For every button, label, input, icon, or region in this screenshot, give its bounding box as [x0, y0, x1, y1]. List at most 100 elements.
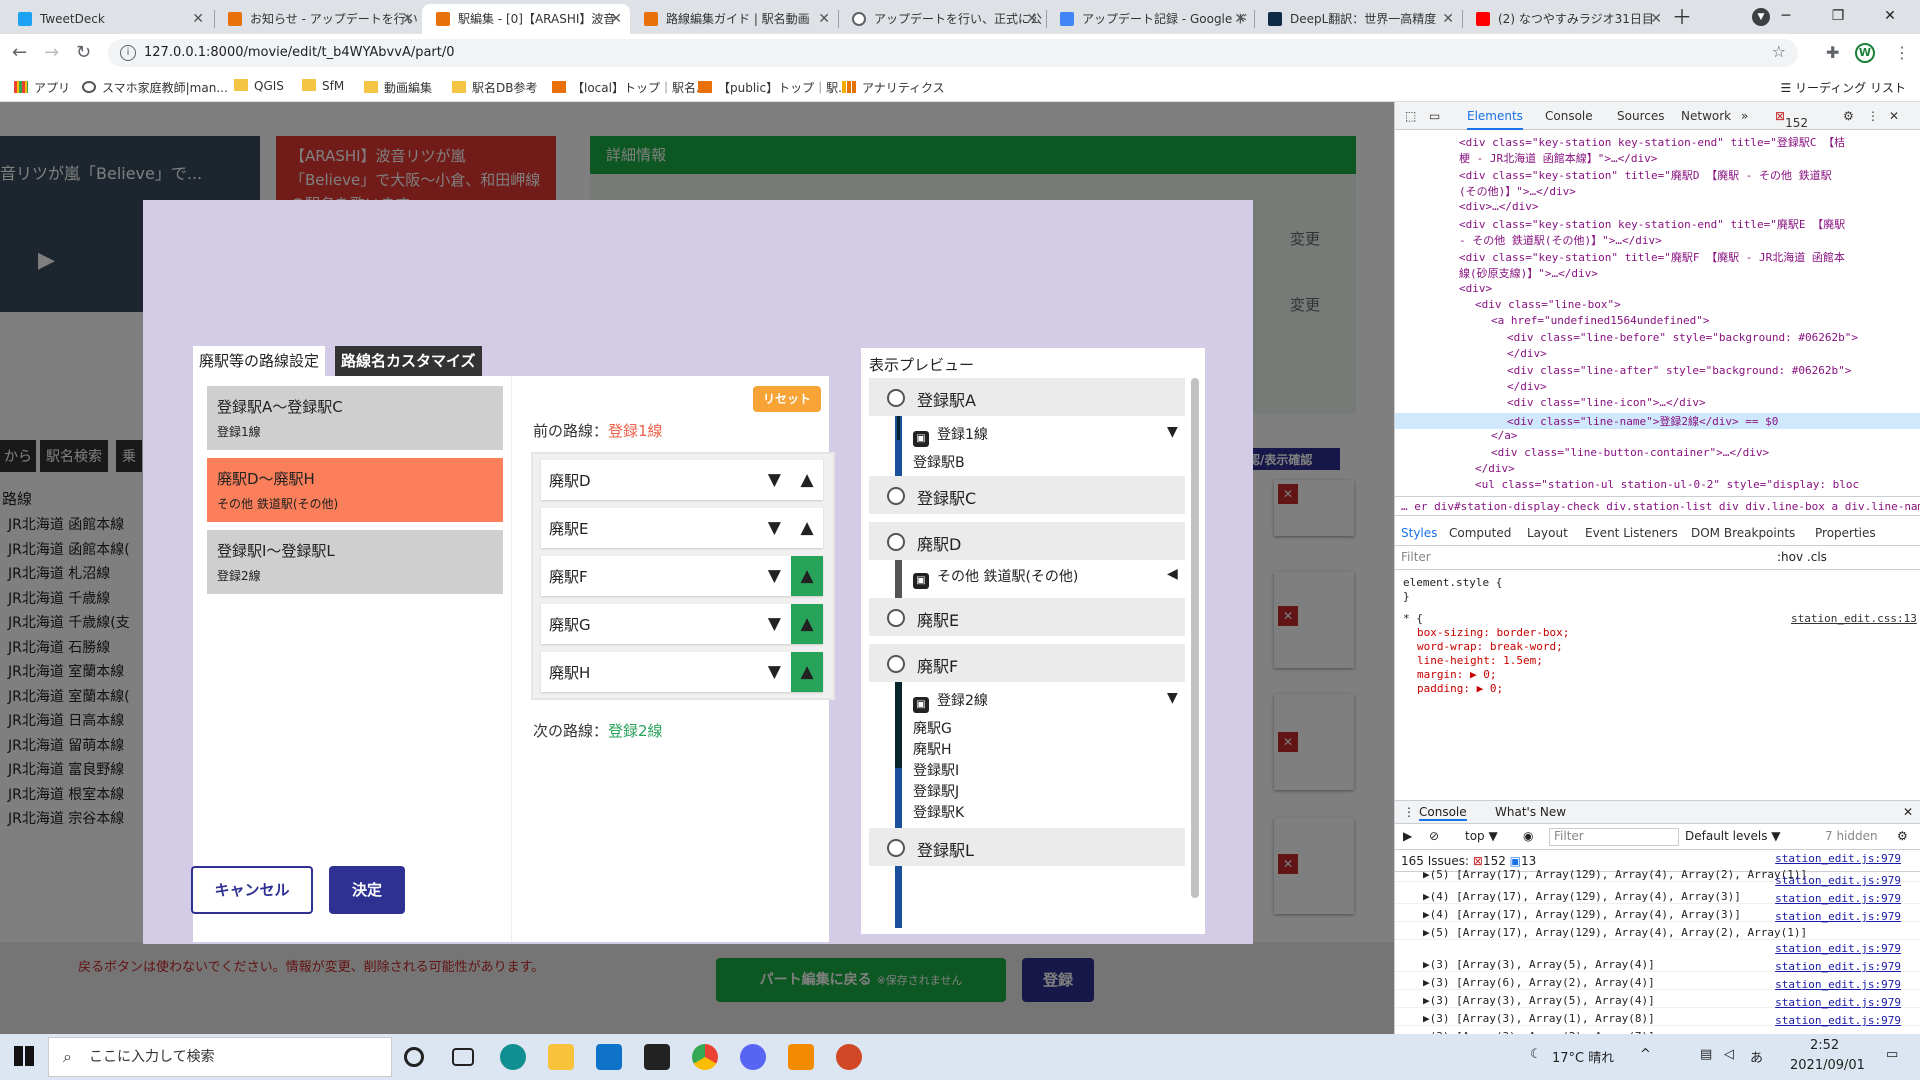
dom-node[interactable]: <ul class="station-ul station-ul-0-2" st… — [1395, 478, 1920, 494]
dom-node[interactable]: <div class="line-box"> — [1395, 298, 1920, 314]
close-tab-icon[interactable]: ✕ — [402, 4, 414, 34]
bookmark-item[interactable]: 動画編集 — [364, 79, 432, 96]
reload-icon[interactable]: ↻ — [76, 42, 91, 63]
reset-button[interactable]: リセット — [753, 386, 821, 412]
bookmark-item[interactable]: 【local】トップ｜駅名... — [552, 79, 707, 96]
close-tab-icon[interactable]: ✕ — [192, 4, 204, 34]
log-source-link[interactable]: station_edit.js:979 — [1775, 910, 1901, 923]
browser-tab[interactable]: お知らせ - アップデートを行い ✕ — [214, 4, 422, 34]
log-source-link[interactable]: station_edit.js:979 — [1775, 942, 1901, 955]
bookmark-star-icon[interactable]: ☆ — [1772, 42, 1786, 61]
log-source-link[interactable]: station_edit.js:979 — [1775, 996, 1901, 1009]
close-tab-icon[interactable]: ✕ — [818, 4, 830, 34]
network-icon[interactable]: ▤ — [1700, 1047, 1712, 1062]
tab-layout[interactable]: Layout — [1527, 526, 1568, 540]
confirm-button[interactable]: 決定 — [329, 866, 405, 914]
segment-item[interactable]: 登録駅A〜登録駅C 登録1線 — [207, 386, 503, 450]
styles-filter-input[interactable]: Filter — [1401, 550, 1431, 564]
preview-line-name[interactable]: ▣ 登録2線 — [913, 690, 988, 713]
inspect-element-icon[interactable]: ⬚ — [1405, 109, 1416, 123]
move-up-icon[interactable]: ▲ — [791, 604, 823, 644]
file-explorer-icon[interactable] — [548, 1044, 574, 1070]
dom-node[interactable]: </div> — [1395, 347, 1920, 363]
volume-icon[interactable]: ◁ — [1724, 1047, 1734, 1062]
dom-node[interactable]: </div> — [1395, 462, 1920, 478]
close-drawer-icon[interactable]: ✕ — [1903, 805, 1913, 819]
weather-text[interactable]: 17°C 晴れ — [1552, 1047, 1614, 1066]
log-levels-select[interactable]: Default levels ▼ — [1685, 829, 1781, 843]
terminal-icon[interactable] — [644, 1044, 670, 1070]
console-settings-icon[interactable]: ⚙ — [1897, 829, 1908, 843]
tab-whats-new[interactable]: What's New — [1495, 805, 1566, 819]
preview-scrollbar[interactable] — [1191, 378, 1199, 898]
dom-node[interactable]: <div class="line-after" style="backgroun… — [1395, 364, 1920, 380]
taskbar-search[interactable]: ⌕ ここに入力して検索 — [48, 1037, 392, 1077]
close-tab-icon[interactable]: ✕ — [1026, 4, 1038, 34]
ime-indicator[interactable]: あ — [1750, 1047, 1763, 1066]
error-count-badge[interactable]: ⊠ 152 — [1775, 109, 1808, 130]
cancel-button[interactable]: キャンセル — [191, 866, 313, 914]
eye-icon[interactable]: ◉ — [1523, 829, 1533, 843]
clock-date[interactable]: 2021/09/01 — [1790, 1058, 1865, 1073]
log-source-link[interactable]: station_edit.js:979 — [1775, 892, 1901, 905]
browser-tab[interactable]: 路線編集ガイド | 駅名動画 ✕ — [630, 4, 838, 34]
info-icon[interactable]: i — [120, 45, 136, 61]
bookmark-item[interactable]: アナリティクス — [842, 79, 945, 96]
close-tab-icon[interactable]: ✕ — [1650, 4, 1662, 34]
tray-chevron-icon[interactable]: ^ — [1640, 1047, 1651, 1062]
tab-elements[interactable]: Elements — [1467, 109, 1523, 130]
css-source-link[interactable]: station_edit.css:13 — [1791, 612, 1917, 625]
restore-icon[interactable]: ❐ — [1812, 0, 1864, 32]
context-select[interactable]: top ▼ — [1465, 829, 1498, 843]
move-down-icon[interactable]: ▼ — [768, 470, 781, 490]
tab-console[interactable]: Console — [1545, 109, 1593, 123]
bookmark-item[interactable]: 【public】トップ｜駅... — [698, 79, 850, 96]
device-toolbar-icon[interactable]: ▭ — [1429, 109, 1440, 123]
tab-properties[interactable]: Properties — [1815, 526, 1876, 540]
windows-start-icon[interactable] — [14, 1046, 34, 1066]
bookmark-item[interactable]: アプリ — [14, 79, 70, 96]
move-up-icon[interactable]: ▲ — [791, 508, 823, 548]
preview-line-name[interactable]: ▣ 登録1線 — [913, 424, 988, 447]
dom-node[interactable]: <div> — [1395, 282, 1920, 298]
dom-node[interactable]: <div class="line-name">登録2線</div> == $0 — [1395, 412, 1920, 429]
dom-node[interactable]: (その他)】">…</div> — [1395, 183, 1920, 199]
new-tab-button[interactable]: ＋ — [1672, 4, 1692, 30]
tab-line-name-customize[interactable]: 路線名カスタマイズ — [335, 346, 482, 376]
chrome-icon[interactable] — [692, 1044, 718, 1070]
minimize-icon[interactable]: ─ — [1760, 0, 1812, 32]
devtools-menu-icon[interactable]: ⋮ — [1867, 109, 1879, 123]
task-view-icon[interactable] — [452, 1048, 474, 1066]
dom-node[interactable]: 線(砂原支線)】">…</div> — [1395, 265, 1920, 281]
extensions-icon[interactable]: ✚ — [1826, 43, 1839, 62]
dom-node[interactable]: </a> — [1395, 429, 1920, 445]
notification-icon[interactable]: ▭ — [1886, 1047, 1898, 1062]
browser-tab[interactable]: アップデートを行い、正式に公 ✕ — [838, 4, 1046, 34]
clear-console-icon[interactable]: ⊘ — [1429, 829, 1439, 843]
mail-icon[interactable] — [596, 1044, 622, 1070]
close-tab-icon[interactable]: ✕ — [1234, 4, 1246, 34]
discord-icon[interactable] — [740, 1044, 766, 1070]
tab-computed[interactable]: Computed — [1449, 526, 1511, 540]
tab-network[interactable]: Network — [1681, 109, 1731, 123]
bookmark-item[interactable]: SfM — [302, 79, 344, 93]
expand-arrow-icon[interactable]: ▼ — [1167, 690, 1178, 706]
move-down-icon[interactable]: ▼ — [768, 518, 781, 538]
move-down-icon[interactable]: ▼ — [768, 614, 781, 634]
close-tab-icon[interactable]: ✕ — [610, 4, 622, 34]
sublime-icon[interactable] — [788, 1044, 814, 1070]
tab-sources[interactable]: Sources — [1617, 109, 1664, 123]
dom-node[interactable]: - その他 鉄道駅(その他)】">…</div> — [1395, 232, 1920, 248]
log-source-link[interactable]: station_edit.js:979 — [1775, 960, 1901, 973]
settings-gear-icon[interactable]: ⚙ — [1843, 109, 1854, 123]
close-window-icon[interactable]: ✕ — [1864, 0, 1916, 32]
move-up-icon[interactable]: ▲ — [791, 556, 823, 596]
segment-item[interactable]: 登録駅I〜登録駅L 登録2線 — [207, 530, 503, 594]
bookmark-item[interactable]: 駅名DB参考 — [452, 79, 537, 96]
dom-node[interactable]: <div class="key-station key-station-end"… — [1395, 134, 1920, 150]
menu-dots-icon[interactable]: ⋮ — [1894, 43, 1910, 62]
tab-console-drawer[interactable]: Console — [1419, 805, 1467, 821]
browser-tab[interactable]: (2) なつやすみラジオ31日目 ✕ — [1462, 4, 1670, 34]
expand-arrow-icon[interactable]: ▼ — [1167, 424, 1178, 440]
dom-node[interactable]: <div class="line-button-container">…</di… — [1395, 446, 1920, 462]
